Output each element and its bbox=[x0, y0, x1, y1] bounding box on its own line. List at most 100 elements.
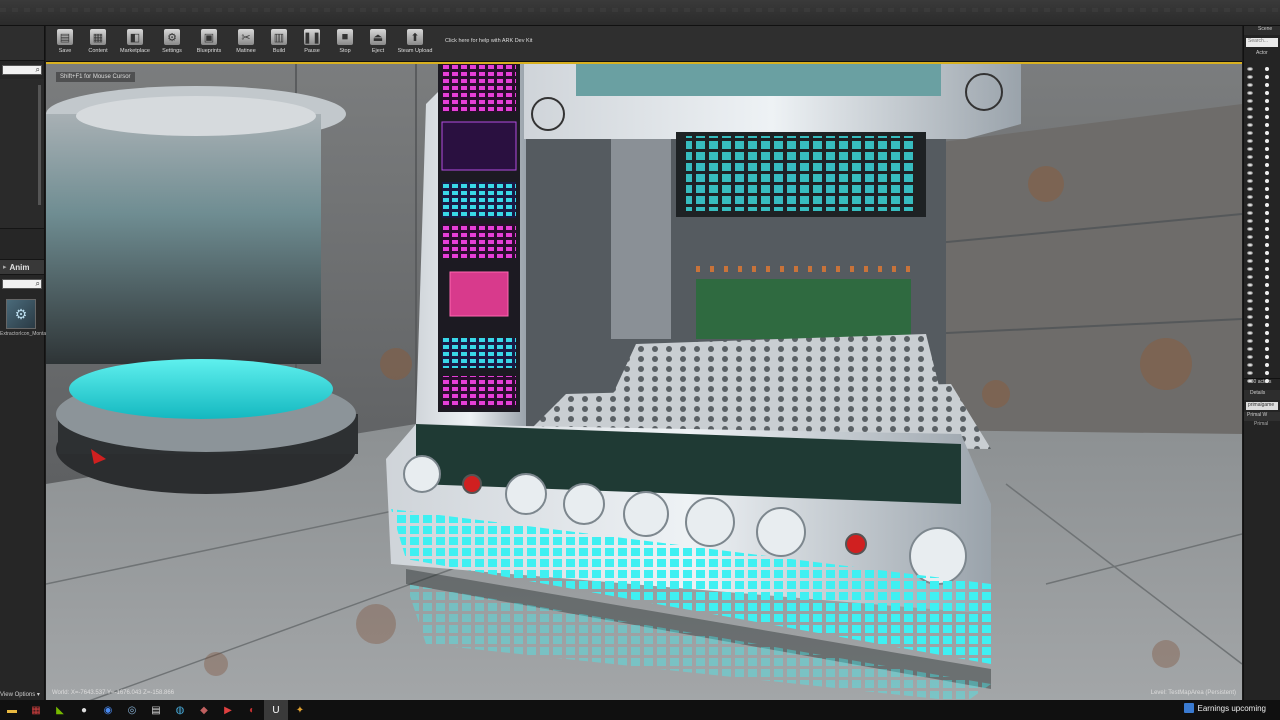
details-category[interactable]: Primal W bbox=[1244, 412, 1280, 421]
visibility-eye-icon[interactable] bbox=[1247, 379, 1253, 383]
notepad-icon[interactable]: ▤ bbox=[144, 700, 168, 720]
news-icon bbox=[1183, 703, 1194, 713]
matinee-button[interactable]: ✂ Matinee bbox=[231, 26, 261, 60]
outliner-row[interactable] bbox=[1247, 122, 1277, 135]
outliner-row[interactable] bbox=[1247, 162, 1277, 175]
news-widget[interactable]: Earnings upcoming bbox=[1183, 703, 1266, 713]
world-coordinates: World: X=-7643.537 Y=-1676.043 Z=-158.86… bbox=[52, 690, 175, 696]
outliner-row[interactable] bbox=[1247, 114, 1277, 127]
ark-icon[interactable]: ✦ bbox=[288, 700, 312, 720]
outliner-row[interactable] bbox=[1247, 266, 1277, 279]
outliner-row[interactable] bbox=[1247, 82, 1277, 95]
outliner-row[interactable] bbox=[1247, 274, 1277, 287]
toolbar-button-label: Pause bbox=[304, 48, 320, 54]
outliner-row[interactable] bbox=[1247, 226, 1277, 239]
outliner-row[interactable] bbox=[1247, 74, 1277, 87]
outliner-row[interactable] bbox=[1247, 154, 1277, 167]
outliner-row[interactable] bbox=[1247, 282, 1277, 295]
save-icon: ▤ bbox=[57, 29, 73, 45]
outliner-row[interactable] bbox=[1247, 130, 1277, 143]
outliner-row[interactable] bbox=[1247, 298, 1277, 311]
outliner-row[interactable] bbox=[1247, 290, 1277, 303]
outliner-row[interactable] bbox=[1247, 346, 1277, 359]
nvidia-icon[interactable]: ◣ bbox=[48, 700, 72, 720]
left-panel-header bbox=[0, 26, 44, 61]
left-panel: ⌕ ▸ Anim ⌕ ⚙ ExtractorIcon_Montage View … bbox=[0, 26, 52, 700]
outliner-row[interactable] bbox=[1247, 186, 1277, 199]
settings-icon: ⚙ bbox=[164, 29, 180, 45]
viewport-scene bbox=[46, 64, 1242, 700]
outliner-row[interactable] bbox=[1247, 330, 1277, 343]
outliner-row[interactable] bbox=[1247, 322, 1277, 335]
media-icon[interactable]: ◐ bbox=[240, 700, 264, 720]
outliner-row[interactable] bbox=[1247, 202, 1277, 215]
outliner-list[interactable] bbox=[1244, 58, 1280, 383]
calculator-icon[interactable]: ▦ bbox=[24, 700, 48, 720]
outliner-row[interactable] bbox=[1247, 178, 1277, 191]
outliner-row[interactable] bbox=[1247, 370, 1277, 383]
file-explorer-icon[interactable]: ▬ bbox=[0, 700, 24, 720]
chrome-icon[interactable]: ◉ bbox=[96, 700, 120, 720]
settings-button[interactable]: ⚙ Settings bbox=[157, 26, 187, 60]
outliner-row[interactable] bbox=[1247, 250, 1277, 263]
current-level: Level: TestMapArea (Persistent) bbox=[1150, 690, 1236, 696]
help-link[interactable]: Click here for help with ARK Dev Kit bbox=[445, 38, 532, 44]
tab-scene-outliner[interactable]: Scene bbox=[1244, 26, 1280, 35]
outliner-row[interactable] bbox=[1247, 314, 1277, 327]
winrar-icon[interactable]: ◆ bbox=[192, 700, 216, 720]
actor-column-header[interactable]: Actor bbox=[1244, 50, 1280, 58]
outliner-row[interactable] bbox=[1247, 242, 1277, 255]
left-scrollbar[interactable] bbox=[38, 85, 41, 205]
pause-button[interactable]: ❚❚ Pause bbox=[297, 26, 327, 60]
mouse-cursor-hint: Shift+F1 for Mouse Cursor bbox=[56, 72, 135, 82]
content-icon: ▦ bbox=[90, 29, 106, 45]
toolbar-button-label: Stop bbox=[339, 48, 351, 54]
anim-montage-asset-icon[interactable]: ⚙ bbox=[6, 299, 36, 329]
outliner-row[interactable] bbox=[1247, 218, 1277, 231]
outliner-row[interactable] bbox=[1247, 306, 1277, 319]
media-player-icon[interactable]: ▶ bbox=[216, 700, 240, 720]
outliner-row[interactable] bbox=[1247, 354, 1277, 367]
outliner-row[interactable] bbox=[1247, 90, 1277, 103]
outliner-row[interactable] bbox=[1247, 66, 1277, 79]
details-name-field[interactable]: primalgame bbox=[1246, 402, 1278, 410]
save-button[interactable]: ▤ Save bbox=[50, 26, 80, 60]
view-options-button[interactable]: View Options ▾ bbox=[0, 691, 40, 698]
blueprints-button[interactable]: ▣ Blueprints bbox=[190, 26, 228, 60]
obs-icon[interactable]: ● bbox=[72, 700, 96, 720]
stop-button[interactable]: ■ Stop bbox=[330, 26, 360, 60]
outliner-row[interactable] bbox=[1247, 210, 1277, 223]
outliner-row[interactable] bbox=[1247, 138, 1277, 151]
outliner-row[interactable] bbox=[1247, 170, 1277, 183]
steam-icon[interactable]: ◎ bbox=[120, 700, 144, 720]
toolbar-button-label: Save bbox=[58, 48, 72, 54]
tab-anim[interactable]: ▸ Anim bbox=[0, 259, 44, 275]
stop-icon: ■ bbox=[337, 29, 353, 45]
content-button[interactable]: ▦ Content bbox=[83, 26, 113, 60]
outliner-row[interactable] bbox=[1247, 194, 1277, 207]
tab-details[interactable]: Details bbox=[1244, 390, 1280, 400]
left-search-input[interactable]: ⌕ bbox=[2, 65, 42, 75]
steam-upload-button[interactable]: ⬆ Steam Upload bbox=[396, 26, 434, 60]
outliner-row[interactable] bbox=[1247, 106, 1277, 119]
expand-arrow-icon: ▸ bbox=[3, 264, 7, 271]
level-viewport[interactable]: Shift+F1 for Mouse Cursor World: X=-7643… bbox=[46, 62, 1242, 700]
outliner-row[interactable] bbox=[1247, 234, 1277, 247]
outliner-row[interactable] bbox=[1247, 146, 1277, 159]
unreal-editor-icon[interactable]: U bbox=[264, 700, 288, 720]
teamspeak-icon[interactable]: ◍ bbox=[168, 700, 192, 720]
right-panel: Scene Search... Actor 180 actors Details… bbox=[1243, 26, 1280, 700]
outliner-row[interactable] bbox=[1247, 258, 1277, 271]
outliner-search-input[interactable]: Search... bbox=[1246, 38, 1278, 47]
outliner-row[interactable] bbox=[1247, 362, 1277, 375]
outliner-row[interactable] bbox=[1247, 338, 1277, 351]
actor-icon bbox=[1265, 379, 1269, 383]
left-panel-list[interactable] bbox=[0, 79, 44, 229]
outliner-row[interactable] bbox=[1247, 58, 1277, 71]
marketplace-button[interactable]: ◧ Marketplace bbox=[116, 26, 154, 60]
outliner-row[interactable] bbox=[1247, 98, 1277, 111]
build-button[interactable]: ▥ Build bbox=[264, 26, 294, 60]
asset-search-input[interactable]: ⌕ bbox=[2, 279, 42, 289]
eject-button[interactable]: ⏏ Eject bbox=[363, 26, 393, 60]
pause-icon: ❚❚ bbox=[303, 29, 321, 45]
